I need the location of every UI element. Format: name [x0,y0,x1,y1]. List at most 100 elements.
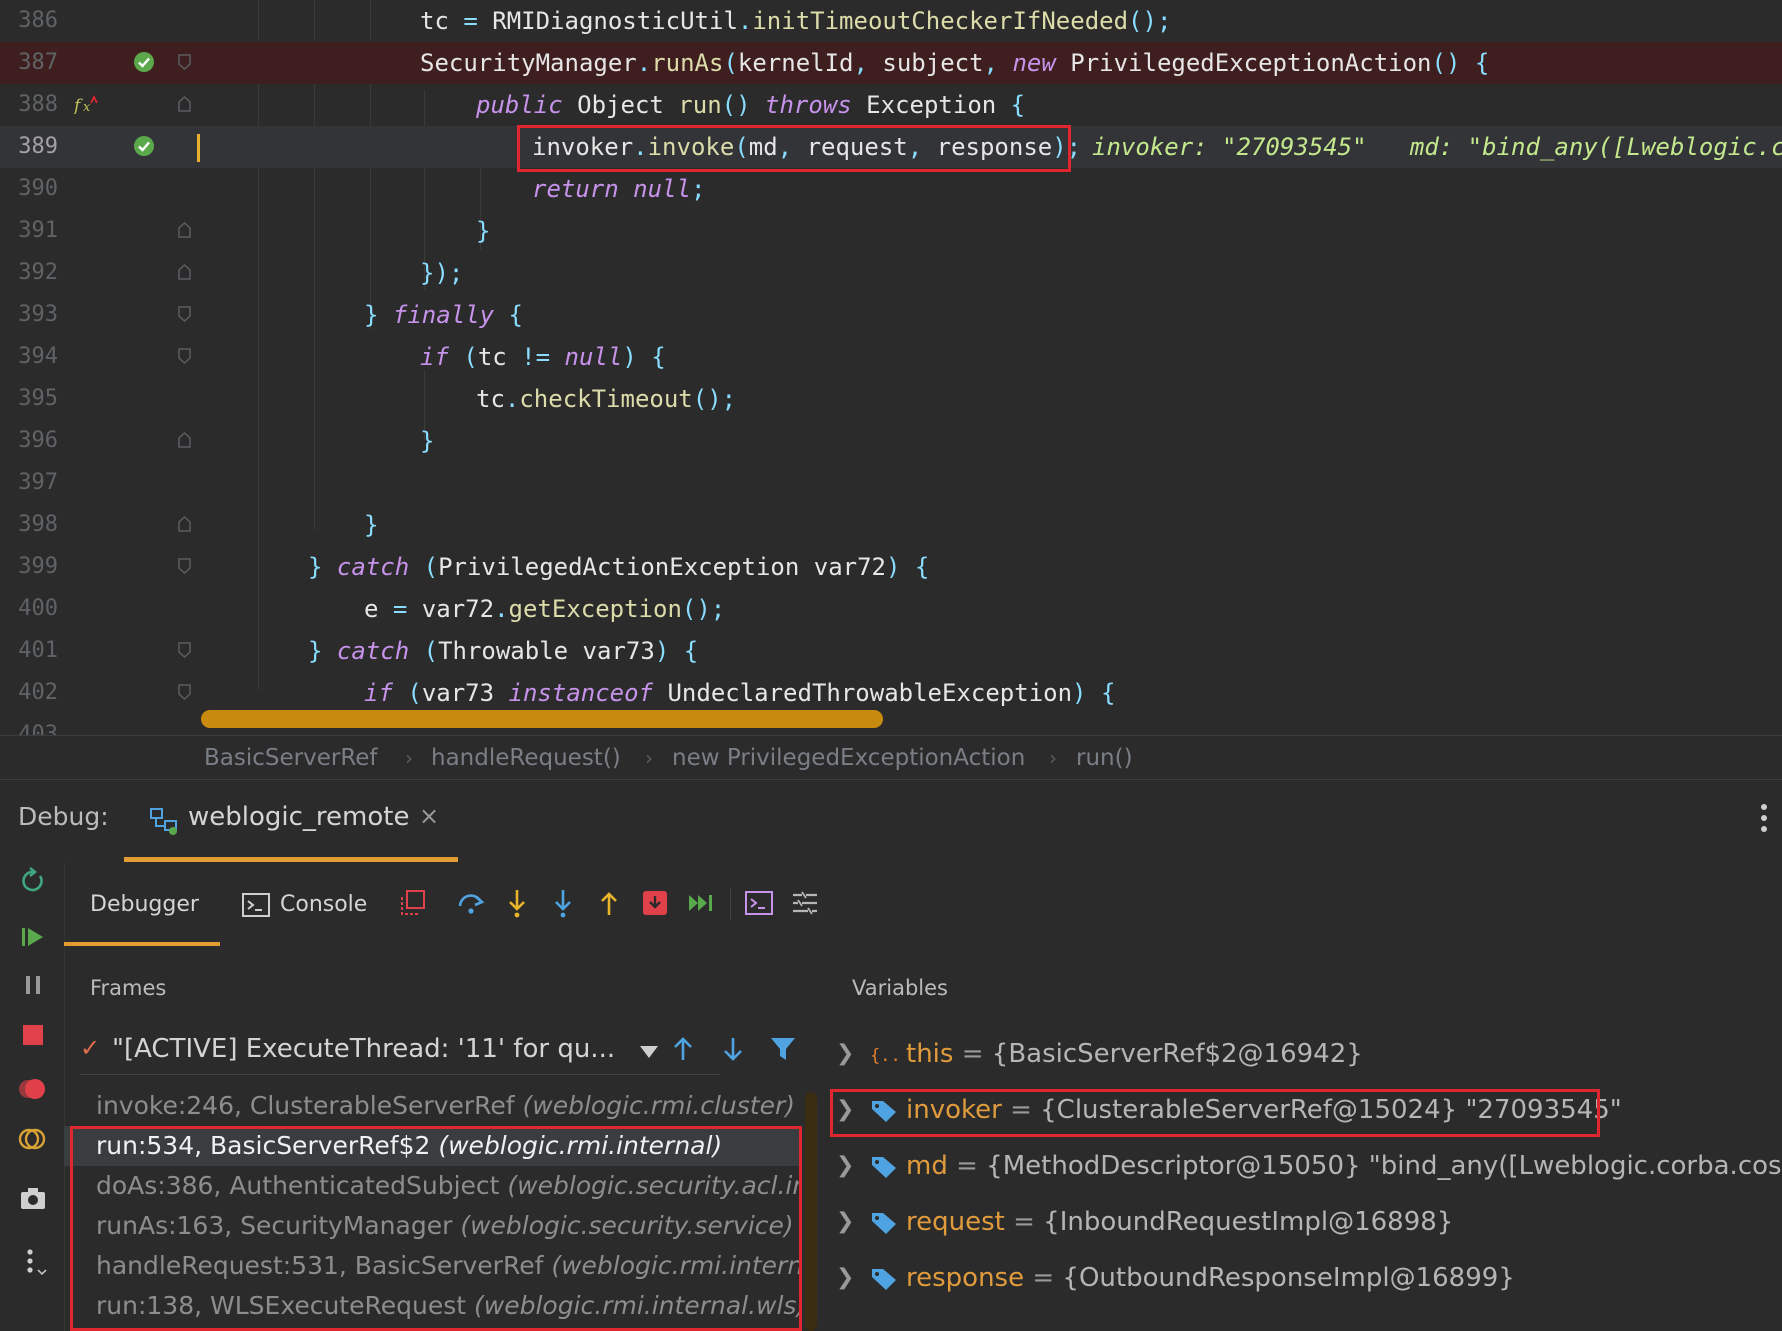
code-text: return null; [532,175,706,203]
close-icon[interactable]: × [419,802,439,830]
code-line[interactable]: 396 } [0,420,1782,462]
drop-frame-icon[interactable] [640,888,670,918]
line-number[interactable]: 401 [0,630,58,672]
thread-dropdown[interactable]: ✓ "[ACTIVE] ExecuteThread: '11' for qu..… [80,1028,720,1075]
line-number[interactable]: 398 [0,504,58,546]
more-vertical-icon[interactable] [18,1246,48,1276]
line-number[interactable]: 399 [0,546,58,588]
variable-row[interactable]: ❯ response = {OutboundResponseImpl@16899… [836,1252,1782,1304]
fold-marker-icon[interactable] [178,516,191,532]
fold-marker-icon[interactable] [178,432,191,448]
debug-header: Debug: weblogic_remote × [0,780,1782,862]
debug-tool-window: Debug: weblogic_remote × Debugger Consol… [0,779,1782,1331]
line-number[interactable]: 403 [0,714,58,735]
filter-icon[interactable] [768,1034,798,1064]
code-line[interactable]: 401 } catch (Throwable var73) { [0,630,1782,672]
highlight-box-call-stack [70,1126,802,1331]
tab-debugger[interactable]: Debugger [64,862,220,946]
rerun-icon[interactable] [18,866,48,896]
line-number[interactable]: 391 [0,210,58,252]
mute-breakpoints-icon[interactable] [18,1124,48,1154]
trace-current-stream-icon[interactable] [790,888,820,918]
code-line-breakpoint[interactable]: 387 SecurityManager.runAs(kernelId, subj… [0,42,1782,84]
chevron-right-icon[interactable]: ❯ [836,1252,854,1304]
checkmark-icon: ✓ [80,1034,101,1062]
fold-marker-icon[interactable] [178,264,191,280]
fold-marker-icon[interactable] [178,96,191,112]
fold-marker-icon[interactable] [178,306,191,322]
view-breakpoints-icon[interactable] [18,1074,48,1104]
breakpoint-verified-icon[interactable] [134,136,154,156]
layout-settings-icon[interactable] [398,888,428,918]
line-number[interactable]: 396 [0,420,58,462]
step-over-icon[interactable] [456,888,486,918]
code-text: tc.checkTimeout(); [476,385,737,413]
fold-marker-icon[interactable] [178,222,191,238]
code-text: public Object run() throws Exception { [476,91,1026,119]
camera-icon[interactable] [18,1184,48,1214]
line-number[interactable]: 389 [0,126,58,168]
previous-frame-icon[interactable] [668,1034,698,1064]
pause-icon[interactable] [18,970,48,1000]
breadcrumb-item[interactable]: handleRequest() [431,736,621,780]
code-line[interactable]: 398 } [0,504,1782,546]
code-line[interactable]: 392 }); [0,252,1782,294]
code-line[interactable]: 388 fx public Object run() throws Except… [0,84,1782,126]
breadcrumb-item[interactable]: new PrivilegedExceptionAction [672,736,1025,780]
chevron-right-icon[interactable]: ❯ [836,1140,854,1192]
step-out-icon[interactable] [594,888,624,918]
code-line[interactable]: 390 return null; [0,168,1782,210]
variable-row[interactable]: ❯ {..} this = {BasicServerRef$2@16942} [836,1028,1782,1080]
tab-console[interactable]: Console [242,862,382,946]
line-number[interactable]: 392 [0,252,58,294]
code-text: e = var72.getException(); [364,595,726,623]
code-line[interactable]: 393 } finally { [0,294,1782,336]
stop-icon[interactable] [18,1020,48,1050]
code-text: if (tc != null) { [420,343,666,371]
variable-row[interactable]: ❯ request = {InboundRequestImpl@16898} [836,1196,1782,1248]
code-line[interactable]: 397 [0,462,1782,504]
fold-marker-icon[interactable] [178,348,191,364]
line-number[interactable]: 388 [0,84,58,126]
chevron-right-icon[interactable]: ❯ [836,1196,854,1248]
line-number[interactable]: 397 [0,462,58,504]
force-step-into-icon[interactable] [548,888,578,918]
fold-marker-icon[interactable] [178,558,191,574]
line-number[interactable]: 387 [0,42,58,84]
breadcrumb-item[interactable]: run() [1076,736,1133,780]
more-options-icon[interactable] [1755,798,1773,838]
breakpoint-verified-icon[interactable] [134,52,154,72]
code-line[interactable]: 400 e = var72.getException(); [0,588,1782,630]
chevron-right-icon: › [1049,746,1057,770]
line-number[interactable]: 402 [0,672,58,714]
fold-marker-icon[interactable] [178,54,191,70]
code-line[interactable]: 395 tc.checkTimeout(); [0,378,1782,420]
line-number[interactable]: 386 [0,0,58,42]
code-line[interactable]: 386 tc = RMIDiagnosticUtil.initTimeoutCh… [0,0,1782,42]
code-line[interactable]: 391 } [0,210,1782,252]
chevron-right-icon[interactable]: ❯ [836,1028,854,1080]
variable-row[interactable]: ❯ md = {MethodDescriptor@15050} "bind_an… [836,1140,1782,1192]
line-number[interactable]: 393 [0,294,58,336]
line-number[interactable]: 395 [0,378,58,420]
code-line[interactable]: 399 } catch (PrivilegedActionException v… [0,546,1782,588]
line-number[interactable]: 390 [0,168,58,210]
step-into-icon[interactable] [502,888,532,918]
debug-session-tab[interactable]: weblogic_remote × [124,780,458,862]
breadcrumb-item[interactable]: BasicServerRef [204,736,378,780]
fold-marker-icon[interactable] [178,642,191,658]
stack-frame[interactable]: invoke:246, ClusterableServerRef (weblog… [64,1086,800,1126]
code-line[interactable]: 402 if (var73 instanceof UndeclaredThrow… [0,672,1782,714]
horizontal-scrollbar[interactable] [201,710,883,728]
line-number[interactable]: 394 [0,336,58,378]
code-line[interactable]: 394 if (tc != null) { [0,336,1782,378]
code-editor[interactable]: 386 tc = RMIDiagnosticUtil.initTimeoutCh… [0,0,1782,735]
run-to-cursor-icon[interactable] [686,888,716,918]
fold-marker-icon[interactable] [178,684,191,700]
line-number[interactable]: 400 [0,588,58,630]
evaluate-expression-icon[interactable] [744,888,774,918]
method-override-icon[interactable]: fx [74,94,98,114]
resume-icon[interactable] [18,922,48,952]
next-frame-icon[interactable] [718,1034,748,1064]
frames-scrollbar[interactable] [805,1092,817,1331]
